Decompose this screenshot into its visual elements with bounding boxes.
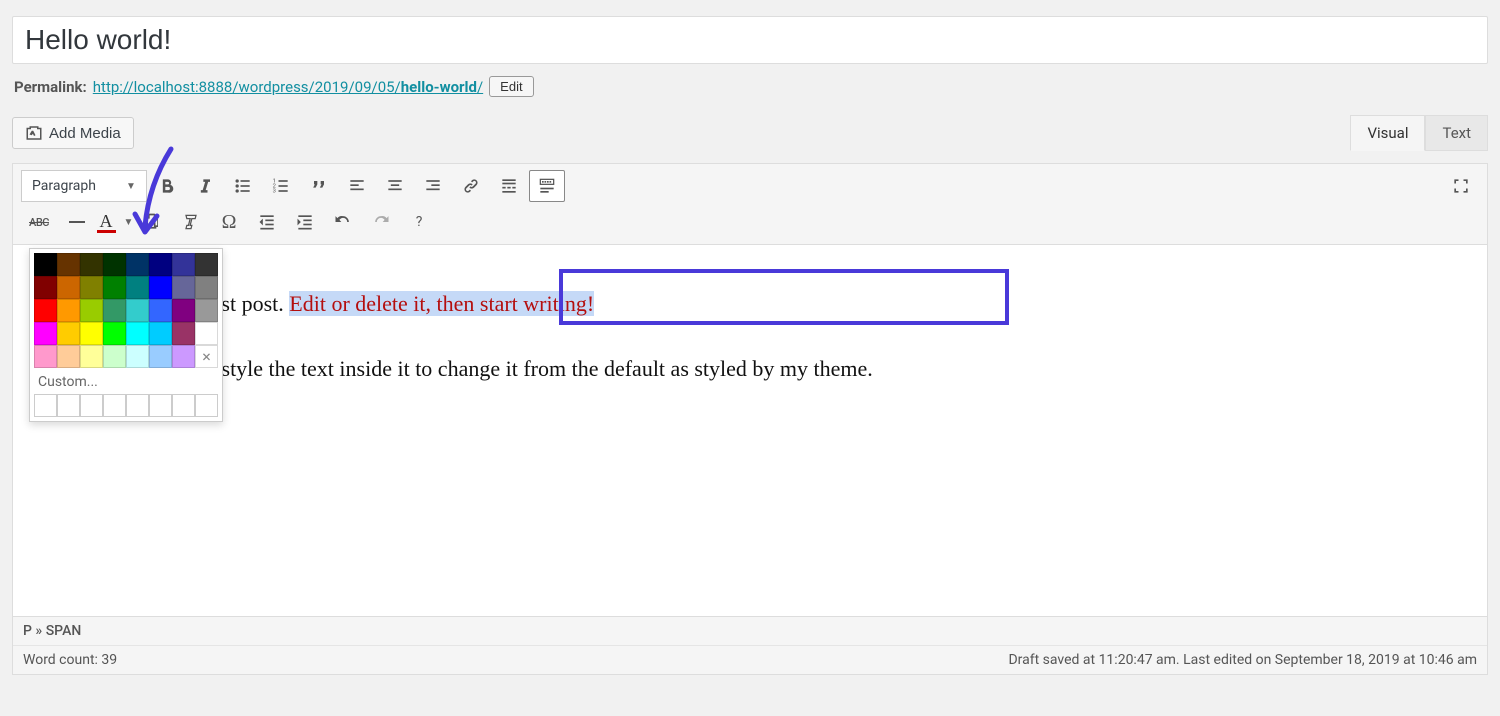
color-swatch[interactable] (149, 299, 172, 322)
undo-button[interactable] (325, 206, 361, 238)
color-swatch[interactable] (172, 299, 195, 322)
outdent-button[interactable] (249, 206, 285, 238)
color-swatch[interactable] (34, 276, 57, 299)
numbered-list-button[interactable]: 123 (263, 170, 299, 202)
strikethrough-button[interactable]: ABC (21, 206, 57, 238)
tab-text[interactable]: Text (1425, 115, 1488, 151)
link-button[interactable] (453, 170, 489, 202)
color-swatch[interactable] (195, 276, 218, 299)
color-swatch[interactable] (126, 299, 149, 322)
svg-text:3: 3 (273, 189, 276, 195)
align-center-button[interactable] (377, 170, 413, 202)
content-paragraph: n block. I'm going to style the text ins… (33, 350, 1467, 387)
italic-button[interactable] (187, 170, 223, 202)
special-character-button[interactable]: Ω (211, 206, 247, 238)
color-swatch[interactable] (149, 253, 172, 276)
permalink-link[interactable]: http://localhost:8888/wordpress/2019/09/… (93, 78, 483, 96)
help-button[interactable]: ? (401, 206, 437, 238)
color-swatch[interactable] (103, 322, 126, 345)
align-right-button[interactable] (415, 170, 451, 202)
custom-color-slot[interactable] (172, 394, 195, 417)
indent-button[interactable] (287, 206, 323, 238)
color-swatch[interactable] (57, 299, 80, 322)
color-swatch[interactable] (195, 299, 218, 322)
color-swatch[interactable] (57, 276, 80, 299)
read-more-button[interactable] (491, 170, 527, 202)
tab-visual[interactable]: Visual (1350, 115, 1425, 151)
bold-button[interactable] (149, 170, 185, 202)
edit-permalink-button[interactable]: Edit (489, 76, 533, 97)
color-swatch[interactable] (34, 299, 57, 322)
color-swatch[interactable] (103, 276, 126, 299)
toolbar-toggle-button[interactable] (529, 170, 565, 202)
fullscreen-button[interactable] (1443, 170, 1479, 202)
color-swatch[interactable] (80, 253, 103, 276)
chevron-down-icon: ▼ (124, 217, 134, 228)
color-swatch[interactable] (195, 253, 218, 276)
horizontal-rule-button[interactable] (59, 206, 95, 238)
element-path[interactable]: P » SPAN (13, 617, 1487, 646)
color-swatch[interactable] (80, 276, 103, 299)
color-swatch[interactable] (103, 253, 126, 276)
selected-text: Edit or delete it, then start writing! (289, 291, 594, 316)
paste-text-button[interactable] (135, 206, 171, 238)
color-swatch[interactable] (103, 345, 126, 368)
permalink-label: Permalink: (14, 78, 87, 96)
content-editor[interactable]: Press. This is your first post. Edit or … (13, 245, 1487, 616)
chevron-down-icon: ▼ (126, 181, 136, 192)
blockquote-button[interactable] (301, 170, 337, 202)
color-swatch[interactable]: × (195, 345, 218, 368)
custom-color-slot[interactable] (57, 394, 80, 417)
color-swatch[interactable] (34, 345, 57, 368)
color-swatch[interactable] (172, 345, 195, 368)
redo-button[interactable] (363, 206, 399, 238)
editor: Paragraph ▼ 123 ABC A (12, 163, 1488, 675)
custom-color-slot[interactable] (126, 394, 149, 417)
align-left-button[interactable] (339, 170, 375, 202)
bullet-list-button[interactable] (225, 170, 261, 202)
custom-color-slot[interactable] (195, 394, 218, 417)
color-swatch[interactable] (34, 322, 57, 345)
format-select[interactable]: Paragraph ▼ (21, 170, 147, 202)
color-swatch[interactable] (57, 322, 80, 345)
color-swatch[interactable] (126, 322, 149, 345)
custom-color-button[interactable]: Custom... (34, 368, 218, 394)
color-swatch[interactable] (103, 299, 126, 322)
post-title-input[interactable] (12, 16, 1488, 64)
word-count: Word count: 39 (23, 652, 117, 668)
color-swatch[interactable] (57, 345, 80, 368)
color-swatch[interactable] (149, 322, 172, 345)
status-bar: P » SPAN Word count: 39 Draft saved at 1… (13, 616, 1487, 674)
editor-mode-tabs: Visual Text (1350, 115, 1488, 151)
color-swatch[interactable] (149, 276, 172, 299)
color-swatch[interactable] (172, 253, 195, 276)
draft-info: Draft saved at 11:20:47 am. Last edited … (1008, 652, 1477, 668)
color-swatch[interactable] (149, 345, 172, 368)
color-swatch[interactable] (172, 276, 195, 299)
permalink-row: Permalink: http://localhost:8888/wordpre… (12, 64, 1488, 115)
custom-color-slot[interactable] (80, 394, 103, 417)
color-swatch[interactable] (172, 322, 195, 345)
color-swatch[interactable] (34, 253, 57, 276)
color-swatch[interactable] (80, 322, 103, 345)
clear-formatting-button[interactable] (173, 206, 209, 238)
content-paragraph: Press. This is your first post. Edit or … (33, 285, 1467, 322)
color-swatch[interactable] (195, 322, 218, 345)
color-swatch[interactable] (80, 299, 103, 322)
color-swatch[interactable] (80, 345, 103, 368)
color-picker-popup: × Custom... (29, 248, 223, 422)
text-color-a-icon: A (97, 212, 116, 233)
custom-color-slot[interactable] (103, 394, 126, 417)
add-media-button[interactable]: Add Media (12, 117, 134, 149)
custom-color-slot[interactable] (34, 394, 57, 417)
custom-color-slot[interactable] (149, 394, 172, 417)
color-swatch[interactable] (57, 253, 80, 276)
media-icon (25, 124, 43, 142)
toolbar: Paragraph ▼ 123 ABC A (13, 164, 1487, 245)
color-swatch[interactable] (126, 276, 149, 299)
text-color-button[interactable]: A ▼ (97, 206, 133, 238)
color-swatch[interactable] (126, 345, 149, 368)
color-swatch[interactable] (126, 253, 149, 276)
